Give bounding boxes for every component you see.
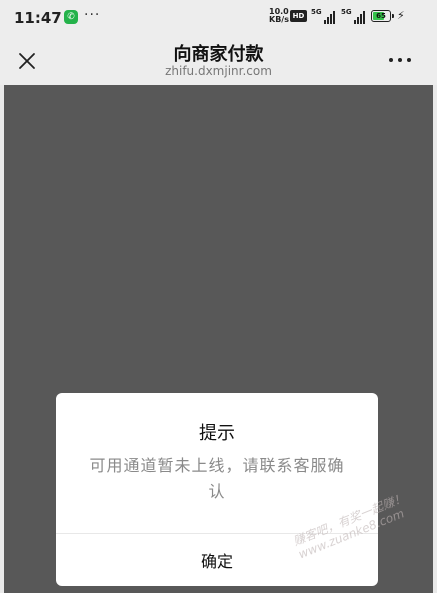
phone-call-icon: ✆ (64, 10, 78, 24)
battery-cap (392, 14, 394, 18)
signal-icon-2: 5G (341, 8, 365, 24)
confirm-button[interactable]: 确定 (56, 534, 378, 586)
network-speed: 10.0 KB/s (269, 8, 289, 24)
signal-label-1: 5G (311, 8, 322, 16)
dialog-message: 可用通道暂未上线，请联系客服确认 (89, 456, 345, 501)
signal-label-2: 5G (341, 8, 352, 16)
page-url: zhifu.dxmjinr.com (165, 64, 272, 78)
nav-bar: 向商家付款 zhifu.dxmjinr.com (0, 36, 437, 85)
status-time: 11:47 (14, 9, 62, 27)
signal-icon-1: 5G (311, 8, 335, 24)
battery-level: 65 (376, 12, 386, 20)
status-bar: 11:47 ✆ ··· 10.0 KB/s HD 5G 5G 65 ⚡︎ (0, 0, 437, 36)
more-icon[interactable] (389, 58, 411, 64)
network-speed-unit: KB/s (269, 15, 289, 24)
charging-icon: ⚡︎ (397, 9, 405, 22)
alert-dialog: 提示 可用通道暂未上线，请联系客服确认 确定 (56, 393, 378, 586)
hd-badge: HD (290, 10, 307, 22)
notification-more-icon: ··· (84, 7, 101, 23)
page-title: 向商家付款 (173, 44, 264, 65)
dialog-title: 提示 (199, 423, 235, 444)
battery-icon: 65 (371, 10, 391, 22)
